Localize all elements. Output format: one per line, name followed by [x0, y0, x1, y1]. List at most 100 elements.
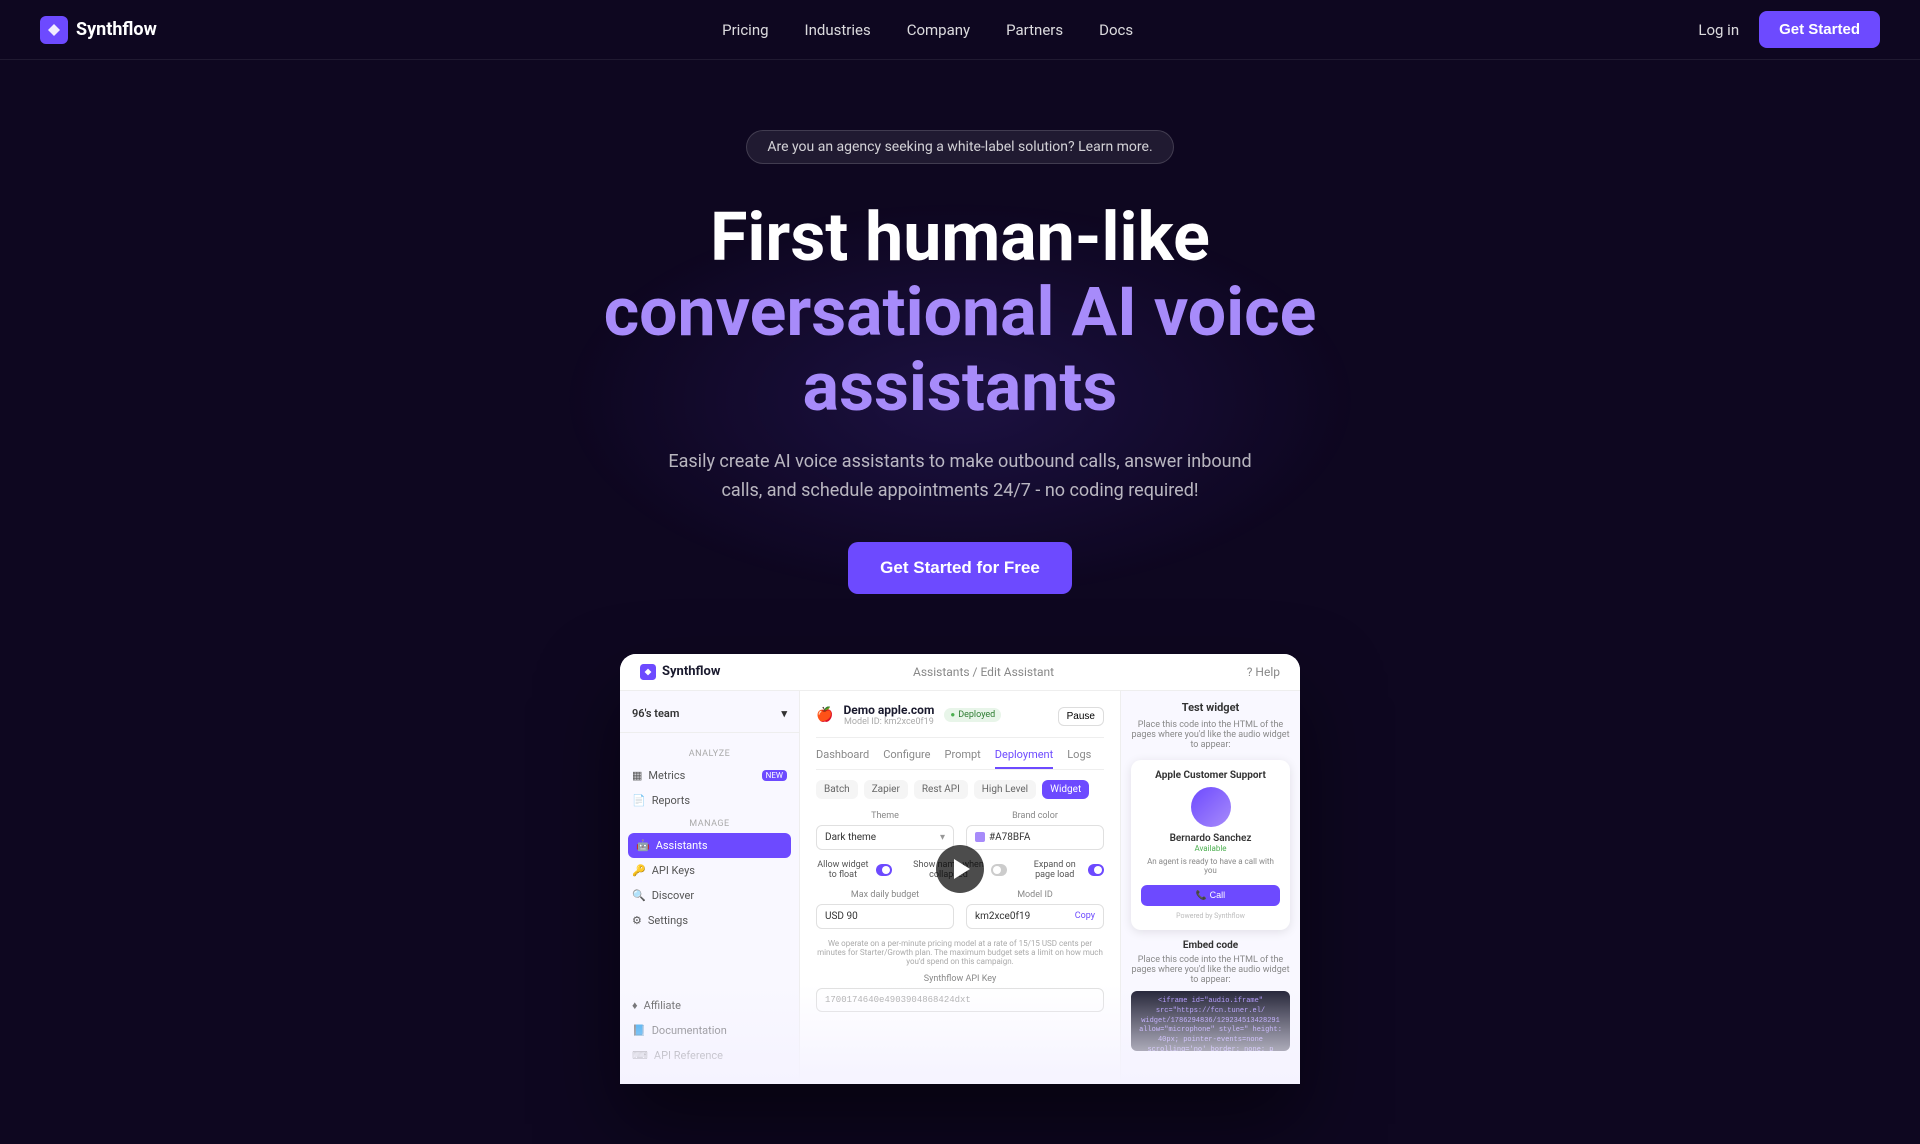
budget-label: Max daily budget: [816, 890, 954, 900]
pause-button[interactable]: Pause: [1058, 707, 1104, 726]
theme-label: Theme: [816, 811, 954, 821]
nav-links: Pricing Industries Company Partners Docs: [722, 20, 1133, 39]
sidebar-item-settings[interactable]: ⚙ Settings: [620, 908, 799, 933]
sidebar-item-assistants[interactable]: 🤖 Assistants: [628, 833, 791, 858]
nav-industries[interactable]: Industries: [805, 21, 871, 39]
subtab-rest-api[interactable]: Rest API: [914, 780, 968, 799]
logo[interactable]: Synthflow: [40, 16, 157, 44]
dash-tabs: Dashboard Configure Prompt Deployment Lo…: [816, 748, 1104, 770]
api-key-label: Synthflow API Key: [816, 974, 1104, 984]
theme-input[interactable]: Dark theme ▾: [816, 825, 954, 850]
powered-by: Powered by Synthflow: [1141, 912, 1280, 920]
assistants-icon: 🤖: [636, 839, 650, 852]
logo-text: Synthflow: [76, 19, 157, 40]
sidebar-item-documentation[interactable]: 📘 Documentation: [620, 1018, 799, 1043]
subtab-zapier[interactable]: Zapier: [864, 780, 908, 799]
dash-logo: Synthflow: [640, 664, 720, 680]
assistant-model: Model ID: km2xce0f19: [843, 717, 934, 727]
apple-icon: 🍎: [816, 707, 833, 723]
tab-configure[interactable]: Configure: [883, 748, 930, 769]
hero-cta-button[interactable]: Get Started for Free: [848, 542, 1072, 594]
model-id-input[interactable]: km2xce0f19 Copy: [966, 904, 1104, 929]
expand-toggle[interactable]: Expand on page load: [1027, 860, 1104, 880]
phone-icon: 📞: [1196, 890, 1210, 900]
dash-logo-text: Synthflow: [662, 664, 720, 679]
theme-field: Theme Dark theme ▾: [816, 811, 954, 850]
brand-color-input[interactable]: #A78BFA: [966, 825, 1104, 850]
tab-deployment[interactable]: Deployment: [995, 748, 1053, 769]
dash-breadcrumb: Assistants / Edit Assistant: [913, 665, 1054, 679]
sidebar-item-api-reference[interactable]: ⌨ API Reference: [620, 1043, 799, 1068]
brand-color-label: Brand color: [966, 811, 1104, 821]
nav-company[interactable]: Company: [907, 21, 970, 39]
right-panel-desc: Place this code into the HTML of the pag…: [1131, 720, 1290, 750]
dash-subtabs: Batch Zapier Rest API High Level Widget: [816, 780, 1104, 799]
budget-note: We operate on a per-minute pricing model…: [816, 939, 1104, 966]
api-keys-icon: 🔑: [632, 864, 646, 877]
budget-model-row: Max daily budget USD 90 Model ID km2xce0…: [816, 890, 1104, 929]
metrics-icon: ▦: [632, 769, 642, 782]
assistant-header: 🍎 Demo apple.com Model ID: km2xce0f19 De…: [816, 703, 1104, 738]
hero-title-line1: First human-like: [710, 197, 1210, 277]
hero-title-line2: conversational AI voice assistants: [604, 272, 1317, 427]
subtab-widget[interactable]: Widget: [1042, 780, 1089, 799]
subtab-high-level[interactable]: High Level: [974, 780, 1036, 799]
nav-pricing[interactable]: Pricing: [722, 21, 768, 39]
call-button[interactable]: 📞 Call: [1141, 885, 1280, 906]
float-toggle[interactable]: Allow widget to float: [816, 860, 892, 880]
embed-desc: Place this code into the HTML of the pag…: [1131, 955, 1290, 985]
analyze-label: ANALYZE: [620, 743, 799, 763]
agent-name: Bernardo Sanchez: [1141, 833, 1280, 844]
sidebar-item-api-keys[interactable]: 🔑 API Keys: [620, 858, 799, 883]
reports-icon: 📄: [632, 794, 646, 807]
hero-title: First human-like conversational AI voice…: [510, 200, 1410, 424]
sidebar-item-affiliate[interactable]: ♦ Affiliate: [620, 993, 799, 1018]
sidebar-item-reports[interactable]: 📄 Reports: [620, 788, 799, 813]
model-id-field: Model ID km2xce0f19 Copy: [966, 890, 1104, 929]
assistant-name: Demo apple.com: [843, 703, 934, 717]
login-link[interactable]: Log in: [1698, 21, 1739, 39]
api-key-input[interactable]: 1700174640e4903904868424dxt: [816, 988, 1104, 1012]
dash-topbar: Synthflow Assistants / Edit Assistant ? …: [620, 654, 1300, 691]
help-icon: ?: [1247, 665, 1253, 679]
agent-status: Available: [1141, 844, 1280, 853]
tab-logs[interactable]: Logs: [1067, 748, 1091, 769]
budget-field: Max daily budget USD 90: [816, 890, 954, 929]
tab-dashboard[interactable]: Dashboard: [816, 748, 869, 769]
discover-icon: 🔍: [632, 889, 646, 902]
navbar: Synthflow Pricing Industries Company Par…: [0, 0, 1920, 60]
model-id-label: Model ID: [966, 890, 1104, 900]
tab-prompt[interactable]: Prompt: [945, 748, 981, 769]
nav-get-started-button[interactable]: Get Started: [1759, 11, 1880, 48]
expand-toggle-switch[interactable]: [1088, 864, 1104, 876]
budget-input[interactable]: USD 90: [816, 904, 954, 929]
dash-sidebar: 96's team ▾ ANALYZE ▦ Metrics NEW 📄 Repo…: [620, 691, 800, 1084]
nav-docs[interactable]: Docs: [1099, 21, 1133, 39]
hero-section: Are you an agency seeking a white-label …: [0, 0, 1920, 1144]
doc-icon: 📘: [632, 1024, 646, 1037]
widget-name: Apple Customer Support: [1141, 770, 1280, 781]
api-ref-icon: ⌨: [632, 1049, 648, 1062]
avatar: [1191, 787, 1231, 827]
hero-banner[interactable]: Are you an agency seeking a white-label …: [746, 130, 1173, 164]
nav-right: Log in Get Started: [1698, 11, 1880, 48]
subtab-batch[interactable]: Batch: [816, 780, 858, 799]
embed-title: Embed code: [1131, 940, 1290, 951]
widget-preview: Apple Customer Support Bernardo Sanchez …: [1131, 760, 1290, 930]
name-toggle-switch[interactable]: [991, 864, 1007, 876]
sidebar-item-metrics[interactable]: ▦ Metrics NEW: [620, 763, 799, 788]
assistant-info: Demo apple.com Model ID: km2xce0f19: [843, 703, 934, 727]
brand-color-field: Brand color #A78BFA: [966, 811, 1104, 850]
nav-partners[interactable]: Partners: [1006, 21, 1063, 39]
settings-icon: ⚙: [632, 914, 642, 927]
sidebar-item-discover[interactable]: 🔍 Discover: [620, 883, 799, 908]
chevron-down-icon: ▾: [781, 707, 787, 720]
dash-team[interactable]: 96's team ▾: [620, 707, 799, 733]
dash-right-panel: Test widget Place this code into the HTM…: [1120, 691, 1300, 1084]
agent-ready: An agent is ready to have a call with yo…: [1141, 857, 1280, 875]
play-button[interactable]: [936, 845, 984, 893]
chevron-down-icon: ▾: [940, 832, 945, 843]
right-panel-title: Test widget: [1131, 701, 1290, 714]
copy-button[interactable]: Copy: [1075, 911, 1095, 921]
float-toggle-switch[interactable]: [876, 864, 892, 876]
